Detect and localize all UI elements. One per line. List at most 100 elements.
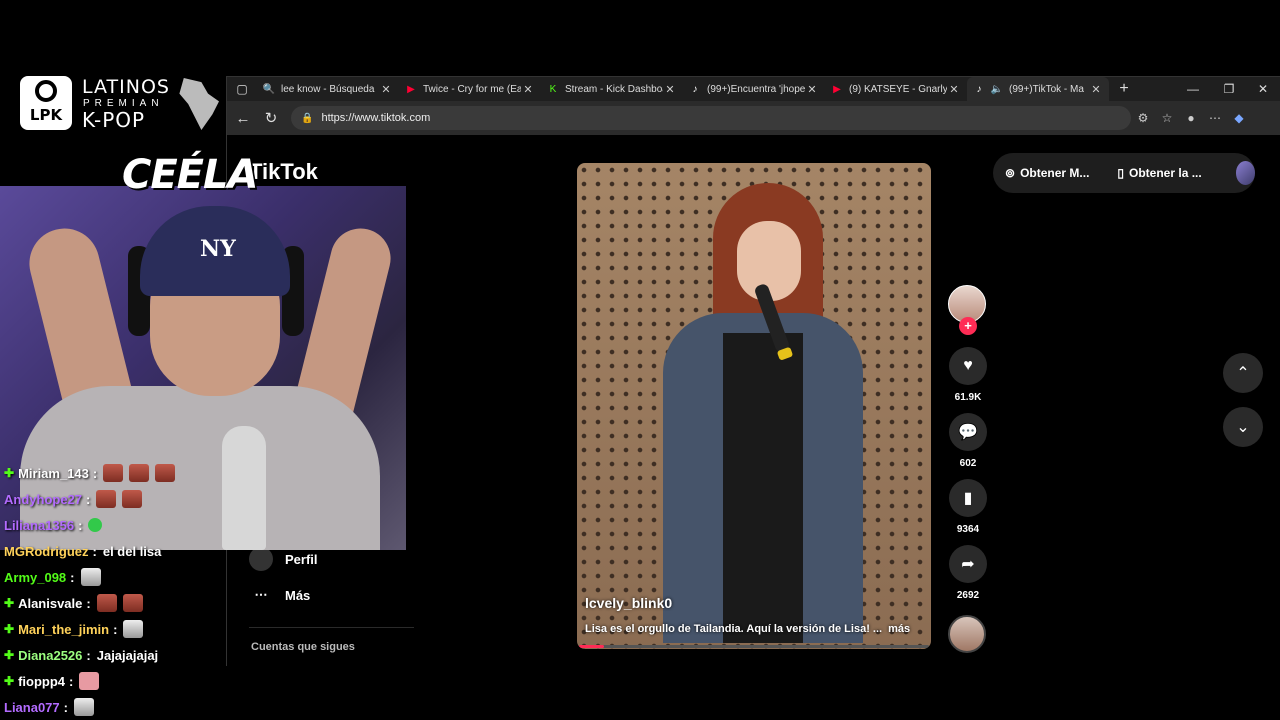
chat-message: ✚ Mari_the_jimin: (0, 616, 300, 642)
tab-title: (99+)TikTok - Ma (1009, 83, 1084, 95)
lock-icon: 🔒 (301, 112, 314, 124)
tab-4[interactable]: ▶ (9) KATSEYE - Gnarly (M✕ (825, 77, 967, 101)
more-icon[interactable]: ⋯ (1203, 111, 1227, 125)
chat-separator: : (63, 699, 68, 715)
comment-button[interactable]: 💬 (949, 413, 987, 451)
close-window-button[interactable]: ✕ (1245, 77, 1280, 101)
comment-action: 💬 602 (948, 413, 988, 469)
tab-title: Stream - Kick Dashboa (565, 83, 663, 95)
chat-text: Jajajajajaj (96, 647, 159, 663)
chat-username[interactable]: Liliana1356 (4, 518, 74, 533)
like-count: 61.9K (954, 392, 982, 403)
save-button[interactable]: ▮ (949, 479, 987, 517)
like-button[interactable]: ♥ (949, 347, 987, 385)
close-tab-icon[interactable]: ✕ (805, 83, 819, 96)
save-count: 9364 (956, 524, 980, 535)
face-emote-icon (155, 464, 176, 482)
stream-chat: ✚ Miriam_143: Andyhope27: Liliana1356: MGRod… (0, 460, 300, 720)
tiktok-logo[interactable]: TikTok (249, 159, 318, 185)
chat-username[interactable]: Alanisvale (18, 596, 82, 611)
cat-emote-icon (123, 620, 144, 638)
close-tab-icon[interactable]: ✕ (379, 83, 393, 96)
chat-username[interactable]: Miriam_143 (18, 466, 89, 481)
youtube-icon: ▶ (833, 83, 841, 95)
tab-5[interactable]: ♪ 🔈 (99+)TikTok - Ma ✕ (967, 77, 1109, 101)
tab-0[interactable]: 🔍 lee know - Búsqueda ✕ (257, 77, 399, 101)
sound-avatar[interactable] (948, 615, 986, 653)
green-emote-icon (88, 518, 103, 532)
video-progress-bar[interactable] (579, 645, 929, 648)
chevron-up-icon: ⌃ (1236, 365, 1250, 382)
chat-separator: : (92, 543, 97, 559)
chat-separator: : (86, 491, 91, 507)
refresh-button[interactable]: ↻ (257, 109, 285, 127)
ny-cap: NY (140, 206, 290, 296)
video-progress-fill (579, 645, 604, 648)
url-field[interactable]: 🔒 https://www.tiktok.com (291, 106, 1131, 130)
chat-separator: : (86, 595, 91, 611)
subscriber-badge-icon: ✚ (4, 466, 15, 480)
download-icon: ⊚ (1005, 166, 1016, 180)
chat-username[interactable]: Diana2526 (18, 648, 82, 663)
cat-emote-icon (74, 698, 94, 716)
tab-title: lee know - Búsqueda (281, 83, 375, 95)
chat-text: el del lisa (102, 543, 162, 559)
favorites-icon[interactable]: ☆ (1155, 111, 1179, 125)
tab-title: Twice - Cry for me (Eas (423, 83, 521, 95)
get-app-bar: ⊚ Obtener M... ▯ Obtener la ... (993, 153, 1255, 193)
previous-video-button[interactable]: ⌃ (1223, 353, 1263, 393)
close-tab-icon[interactable]: ✕ (1089, 83, 1103, 96)
get-app-button-1[interactable]: ⊚ Obtener M... (1005, 166, 1103, 180)
chat-username[interactable]: Liana077 (4, 700, 60, 715)
follow-button[interactable]: + (959, 317, 977, 335)
get-app-label-2: Obtener la ... (1129, 166, 1202, 180)
tab-actions-icon[interactable]: ▢ (227, 82, 257, 96)
chat-username[interactable]: Mari_the_jimin (18, 622, 109, 637)
chat-message: ✚ Miriam_143: (0, 460, 300, 486)
tab-1[interactable]: ▶ Twice - Cry for me (Eas ✕ (399, 77, 541, 101)
save-action: ▮ 9364 (948, 479, 988, 535)
get-app-button-2[interactable]: ▯ Obtener la ... (1117, 166, 1215, 180)
subscriber-badge-icon: ✚ (4, 622, 15, 636)
chat-message: ✚ Diana2526: Jajajajajaj (0, 642, 300, 668)
profile-icon[interactable]: ● (1179, 111, 1203, 125)
ny-logo-icon: NY (200, 236, 236, 262)
streamer-name: CEÉLA (122, 152, 258, 198)
share-button[interactable]: ➦ (949, 545, 987, 583)
cat-emote-icon (80, 568, 101, 586)
chat-separator: : (86, 647, 91, 663)
share-action: ➦ 2692 (948, 545, 988, 601)
share-icon: ➦ (961, 556, 975, 573)
close-tab-icon[interactable]: ✕ (521, 83, 535, 96)
back-button[interactable]: ← (229, 110, 257, 127)
lpk-logo: LPK LATINOS PREMIAN K-POP (20, 76, 220, 132)
extensions-icon[interactable]: ⚙ (1131, 111, 1155, 125)
chat-message: ✚ Alanisvale: (0, 590, 300, 616)
close-tab-icon[interactable]: ✕ (663, 83, 677, 96)
chat-username[interactable]: MGRodriguez (4, 544, 89, 559)
video-description: Lisa es el orgullo de Tailandia. Aquí la… (585, 623, 910, 635)
disc-icon (35, 80, 57, 102)
new-tab-button[interactable]: + (1109, 80, 1139, 98)
url-text: https://www.tiktok.com (321, 112, 431, 124)
face-emote-icon (122, 490, 143, 508)
tab-3[interactable]: ♪ (99+)Encuentra 'jhope ✕ (683, 77, 825, 101)
next-video-button[interactable]: ⌄ (1223, 407, 1263, 447)
copilot-icon[interactable]: ◆ (1227, 111, 1251, 125)
chat-username[interactable]: fioppp4 (18, 674, 65, 689)
minimize-button[interactable]: — (1175, 77, 1211, 101)
chat-username[interactable]: Army_098 (4, 570, 66, 585)
see-more-link[interactable]: más (888, 623, 910, 635)
video-username[interactable]: lcvely_blink0 (585, 595, 672, 611)
video-player[interactable]: lcvely_blink0 Lisa es el orgullo de Tail… (577, 163, 931, 649)
logo-line-1: LATINOS (82, 76, 170, 98)
video-frame (653, 183, 873, 649)
speaker-icon[interactable]: 🔈 (991, 83, 1003, 95)
face-emote-icon (96, 594, 117, 612)
tab-2[interactable]: K Stream - Kick Dashboa ✕ (541, 77, 683, 101)
user-avatar[interactable] (1235, 161, 1255, 185)
chat-separator: : (69, 673, 74, 689)
restore-button[interactable]: ❐ (1211, 77, 1247, 101)
close-tab-icon[interactable]: ✕ (947, 83, 961, 96)
chat-username[interactable]: Andyhope27 (4, 492, 82, 507)
